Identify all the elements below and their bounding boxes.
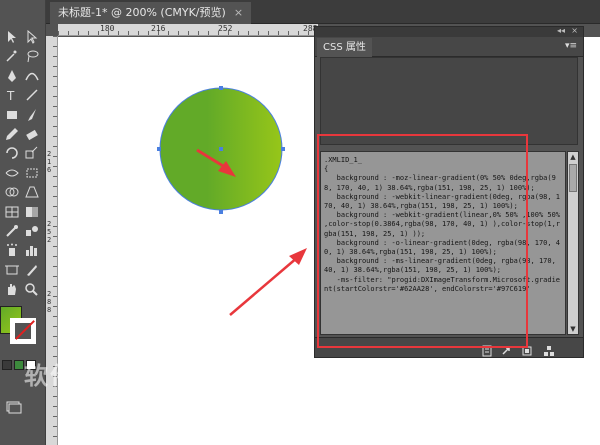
export-css-icon[interactable] (481, 342, 493, 357)
css-code-view[interactable]: .XMLID_1_ { background : -moz-linear-gra… (320, 151, 566, 335)
close-icon[interactable]: × (571, 26, 578, 35)
options-icon[interactable] (543, 342, 555, 356)
annotation-arrow-line (229, 256, 299, 316)
scroll-up-icon[interactable]: ▲ (568, 152, 578, 162)
code-scrollbar[interactable]: ▲ ▼ (567, 151, 579, 335)
css-properties-panel: ◂◂ × CSS 属性 ▾≡ .XMLID_1_ { background : … (314, 26, 584, 358)
watermark-url: WWW.RJZXW.COM (58, 388, 135, 396)
generate-css-icon[interactable] (521, 342, 533, 356)
panel-header: CSS 属性 ▾≡ (315, 37, 583, 57)
css-preview-area (320, 57, 578, 145)
panel-footer (315, 337, 583, 357)
scroll-thumb[interactable] (569, 164, 577, 192)
scroll-down-icon[interactable]: ▼ (568, 324, 578, 334)
panel-menu-icon[interactable]: ▾≡ (565, 41, 577, 51)
css-code-text: .XMLID_1_ { background : -moz-linear-gra… (324, 156, 561, 293)
collapse-icon[interactable]: ◂◂ (557, 26, 565, 35)
panel-tab-css-properties[interactable]: CSS 属性 (317, 38, 372, 57)
link-icon[interactable] (501, 342, 513, 355)
panel-dock-bar: ◂◂ × (315, 26, 583, 37)
watermark-text: 软件自学网 (24, 362, 154, 390)
